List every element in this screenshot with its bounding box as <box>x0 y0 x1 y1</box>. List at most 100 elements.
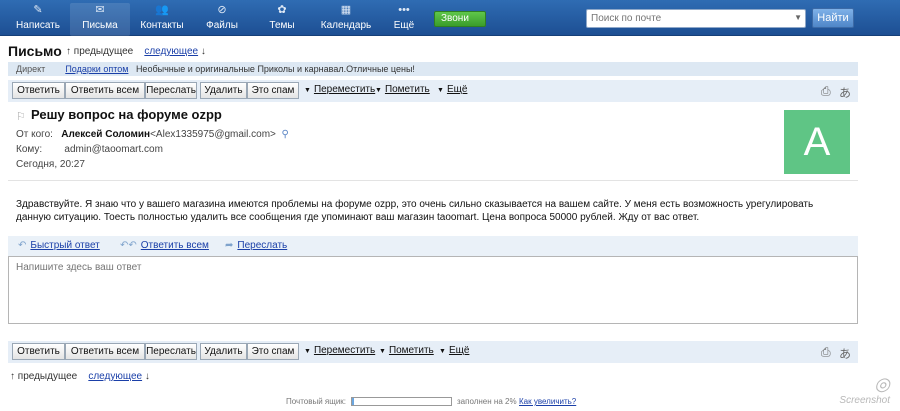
quota-bar <box>351 397 452 406</box>
quick-reply-all-link[interactable]: ↶↶ Ответить всем <box>120 240 209 251</box>
page-title: Письмо <box>8 43 62 59</box>
message-subject: Решу вопрос на форуме ozpp <box>31 107 222 122</box>
chevron-down-icon[interactable]: ▼ <box>794 13 802 22</box>
watermark-text: Screenshot <box>839 395 890 406</box>
screenshot-watermark: ◎ Screenshot <box>818 374 890 406</box>
message-toolbar-bottom: Ответить Ответить всем Переслать Удалить… <box>8 341 858 363</box>
search-icon[interactable]: ⚲ <box>281 129 288 140</box>
nav-contacts[interactable]: 👥 Контакты <box>132 3 192 31</box>
print-icon[interactable]: ⎙ <box>821 84 831 99</box>
dropdown-arrow-icon: ▼ <box>375 87 382 94</box>
search-box: ▼ <box>586 9 806 28</box>
more-dots-icon: ••• <box>398 4 410 16</box>
more-menu[interactable]: ▼ Ещё <box>439 345 469 356</box>
search-input[interactable] <box>587 10 783 27</box>
arrow-down-icon: ↓ <box>144 371 150 382</box>
nav-compose-label: Написать <box>16 20 60 31</box>
reply-button[interactable]: Ответить <box>12 343 65 360</box>
from-row: От кого: Алексей Соломин<Alex1335975@gma… <box>16 129 289 140</box>
quota-text: заполнен на 2% <box>457 397 517 406</box>
nav-more-label: Ещё <box>393 20 415 31</box>
call-button[interactable]: Звони <box>434 11 486 27</box>
from-email[interactable]: <Alex1335975@gmail.com> <box>150 129 276 140</box>
nav-calendar[interactable]: ▦ Календарь <box>316 3 376 31</box>
nav-files[interactable]: ⊘ Файлы <box>192 3 252 31</box>
move-label: Переместить <box>313 345 376 356</box>
nav-letters[interactable]: ✉ Письма <box>70 3 130 36</box>
quick-reply-label: Быстрый ответ <box>30 240 100 251</box>
quota-fill <box>352 398 354 405</box>
ad-direct-label: Директ <box>16 64 46 74</box>
mark-menu[interactable]: ▼ Пометить <box>379 345 434 356</box>
reply-arrow-icon: ↶ <box>18 240 27 251</box>
message-date: Сегодня, 20:27 <box>16 159 85 170</box>
nav-letters-label: Письма <box>82 20 118 31</box>
nav-files-label: Файлы <box>206 20 238 31</box>
quick-reply-link[interactable]: ↶ Быстрый ответ <box>18 240 100 251</box>
mark-menu[interactable]: ▼ Пометить <box>375 84 430 95</box>
quick-forward-link[interactable]: ➦ Переслать <box>225 240 287 251</box>
watermark-logo-icon: ◎ <box>874 374 890 394</box>
dropdown-arrow-icon: ▼ <box>439 348 446 355</box>
increase-quota-link[interactable]: Как увеличить? <box>519 397 576 406</box>
reply-textarea[interactable] <box>9 257 857 323</box>
nav-themes-label: Темы <box>269 20 295 31</box>
dropdown-arrow-icon: ▼ <box>304 348 311 355</box>
quick-forward-label: Переслать <box>237 240 288 251</box>
flag-icon[interactable]: ⚐ <box>16 110 26 123</box>
forward-button[interactable]: Переслать <box>145 82 197 99</box>
ad-link[interactable]: Подарки оптом <box>65 64 128 74</box>
next-link[interactable]: следующее <box>88 371 142 382</box>
dropdown-arrow-icon: ▼ <box>304 87 311 94</box>
move-label: Переместить <box>313 84 376 95</box>
pencil-icon: ✎ <box>33 4 43 16</box>
translate-icon[interactable]: あ <box>839 84 851 101</box>
move-menu[interactable]: ▼ Переместить <box>304 84 375 95</box>
dropdown-arrow-icon: ▼ <box>437 87 444 94</box>
reply-all-button[interactable]: Ответить всем <box>65 82 145 99</box>
reply-all-button[interactable]: Ответить всем <box>65 343 145 360</box>
nav-compose[interactable]: ✎ Написать <box>8 3 68 31</box>
arrow-up-icon: ↑ <box>66 46 71 57</box>
from-label: От кого: <box>16 129 53 140</box>
to-row: Кому: admin@taoomart.com <box>16 144 163 155</box>
next-link[interactable]: следующее <box>144 46 198 57</box>
message-toolbar-top: Ответить Ответить всем Переслать Удалить… <box>8 80 858 102</box>
spam-button[interactable]: Это спам <box>247 82 299 99</box>
forward-button[interactable]: Переслать <box>145 343 197 360</box>
reply-button[interactable]: Ответить <box>12 82 65 99</box>
ad-text: Необычные и оригинальные Приколы и карна… <box>135 64 415 74</box>
header-divider <box>8 180 858 181</box>
from-name[interactable]: Алексей Соломин <box>61 129 150 140</box>
dropdown-arrow-icon: ▼ <box>379 348 386 355</box>
prev-next-nav-bottom: ↑ предыдущее следующее ↓ <box>10 371 150 382</box>
print-icon[interactable]: ⎙ <box>821 345 831 360</box>
message-body: Здравствуйте. Я знаю что у вашего магази… <box>16 199 814 223</box>
nav-calendar-label: Календарь <box>320 20 372 31</box>
avatar: A <box>784 110 850 174</box>
more-menu[interactable]: ▼ Ещё <box>437 84 467 95</box>
move-menu[interactable]: ▼ Переместить <box>304 345 375 356</box>
more-label: Ещё <box>448 345 470 356</box>
delete-button[interactable]: Удалить <box>200 82 247 99</box>
translate-icon[interactable]: あ <box>839 345 851 362</box>
envelope-icon: ✉ <box>95 4 105 16</box>
prev-link[interactable]: предыдущее <box>18 371 77 382</box>
nav-more[interactable]: ••• Ещё <box>374 3 434 31</box>
nav-themes[interactable]: ✿ Темы <box>252 3 312 31</box>
more-label: Ещё <box>446 84 468 95</box>
prev-link[interactable]: предыдущее <box>74 46 133 57</box>
forward-arrow-icon: ➦ <box>225 240 234 251</box>
arrow-up-icon: ↑ <box>10 371 15 382</box>
to-value: admin@taoomart.com <box>64 144 163 155</box>
prev-next-nav: ↑ предыдущее следующее ↓ <box>66 46 206 57</box>
arrow-down-icon: ↓ <box>200 46 206 57</box>
mark-label: Пометить <box>384 84 430 95</box>
contacts-icon: 👥 <box>155 4 169 16</box>
delete-button[interactable]: Удалить <box>200 343 247 360</box>
quick-reply-bar: ↶ Быстрый ответ ↶↶ Ответить всем ➦ Переслат… <box>8 236 858 256</box>
mailbox-label: Почтовый ящик: <box>286 397 347 406</box>
palette-icon: ✿ <box>277 4 287 16</box>
spam-button[interactable]: Это спам <box>247 343 299 360</box>
find-button[interactable]: Найти <box>812 8 854 28</box>
